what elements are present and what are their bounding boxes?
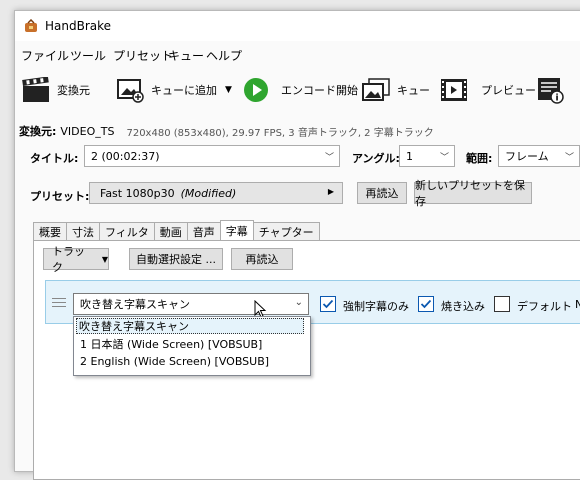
menu-file[interactable]: ファイル [21,47,69,64]
preset-reload-button[interactable]: 再読込 [357,182,407,204]
source-details: 720x480 (853x480), 29.97 FPS, 3 音声トラック, … [126,127,434,139]
tab-strip: 概要 寸法 フィルタ 動画 音声 字幕 チャプター [33,220,320,240]
forced-only-checkbox[interactable] [320,296,336,312]
chevron-down-icon: ⌄ [294,297,303,308]
activity-log-button[interactable]: i [535,69,565,111]
menu-help[interactable]: ヘルプ [206,47,242,64]
dropdown-option-japanese[interactable]: 1 日本語 (Wide Screen) [VOBSUB] [78,336,262,352]
preview-label: プレビュー [481,84,536,97]
chevron-down-icon: ﹀ [564,153,574,163]
chevron-right-icon: ▶ [327,187,334,196]
angle-value: 1 [406,149,413,163]
menu-tools[interactable]: ツール [70,47,106,64]
title-bar: HandBrake [15,11,580,41]
chevron-down-icon: ﹀ [324,153,334,163]
track-button-label: トラック [52,245,85,274]
title-select[interactable]: 2 (00:02:37) ﹀ [84,145,340,167]
chevron-down-icon: ▼ [101,254,108,264]
range-select[interactable]: フレーム ﹀ [498,145,580,167]
source-name: VIDEO_TS [60,124,115,138]
play-icon [241,75,271,105]
angle-label: アングル: [352,152,400,165]
chevron-down-icon: ﹀ [439,153,449,163]
tab-chapters[interactable]: チャプター [252,222,320,240]
preview-button[interactable]: プレビュー [439,69,536,111]
menu-queue[interactable]: キュー [168,47,204,64]
menu-bar: ファイル ツール プリセット キュー ヘルプ [15,43,580,65]
save-new-preset-button[interactable]: 新しいプリセットを保存 [414,179,532,208]
dropdown-option-english[interactable]: 2 English (Wide Screen) [VOBSUB] [78,353,269,369]
source-label: 変換元: [19,125,57,138]
subtitle-track-select[interactable]: 吹き替え字幕スキャン ⌄ [73,293,309,315]
handbrake-logo-icon [25,19,37,32]
source-info-row: 変換元: VIDEO_TS 720x480 (853x480), 29.97 F… [19,123,434,139]
start-encode-label: エンコード開始 [281,84,358,97]
queue-pictures-icon [361,75,391,105]
film-preview-icon [439,75,469,105]
range-value: フレーム [505,150,549,163]
queue-button[interactable]: キュー [361,69,430,111]
range-label: 範囲: [466,152,493,165]
default-checkbox[interactable] [494,296,510,312]
source-button[interactable]: 変換元 [21,69,90,111]
track-menu-button[interactable]: トラック ▼ [43,245,109,274]
title-label: タイトル: [30,152,79,165]
window-title: HandBrake [45,19,112,33]
preset-label: プリセット: [30,190,90,203]
source-label: 変換元 [57,84,90,97]
checkmark-icon [322,299,334,309]
drag-handle-icon[interactable] [52,298,66,310]
angle-select[interactable]: 1 ﹀ [399,145,455,167]
burn-in-label: 焼き込み [441,300,485,313]
app-window: HandBrake ファイル ツール プリセット キュー ヘルプ 変換元 キュー… [14,10,580,480]
auto-select-settings-button[interactable]: 自動選択設定 ... [129,248,223,270]
queue-label: キュー [397,84,430,97]
menu-presets[interactable]: プリセット [113,47,173,64]
svg-text:i: i [556,94,559,104]
preset-selector[interactable]: Fast 1080p30 (Modified) ▶ [89,182,343,204]
title-value: 2 (00:02:37) [91,149,160,163]
tab-filters[interactable]: フィルタ [99,222,155,240]
add-to-queue-label: キューに追加 [151,84,217,97]
start-encode-button[interactable]: エンコード開始 [241,69,358,111]
default-label: デフォルト [517,300,572,313]
tab-audio[interactable]: 音声 [186,222,221,240]
preset-modified: (Modified) [180,186,237,200]
tab-subtitles[interactable]: 字幕 [219,220,254,240]
forced-only-label: 強制字幕のみ [343,300,409,313]
preset-name: Fast 1080p30 [100,186,175,200]
tab-dimensions[interactable]: 寸法 [66,222,100,240]
checkmark-icon [420,299,432,309]
chevron-down-icon[interactable]: ▼ [225,85,232,95]
subtitles-reload-button[interactable]: 再読込 [231,248,293,270]
dropdown-option-foreign-scan[interactable]: 吹き替え字幕スキャン [76,318,304,334]
truncated-option-label: N [575,298,580,311]
subtitle-track-dropdown-list: 吹き替え字幕スキャン 1 日本語 (Wide Screen) [VOBSUB] … [73,316,311,376]
toolbar: 変換元 キューに追加 ▼ エンコード開始 キュー プレビュー i [15,69,580,111]
subtitle-track-value: 吹き替え字幕スキャン [80,298,190,311]
tab-summary[interactable]: 概要 [33,222,67,240]
burn-in-checkbox[interactable] [418,296,434,312]
log-info-icon: i [535,75,565,105]
add-picture-icon [115,75,145,105]
add-to-queue-button[interactable]: キューに追加 ▼ [115,69,232,111]
clapperboard-icon [21,75,51,105]
tab-video[interactable]: 動画 [153,222,188,240]
